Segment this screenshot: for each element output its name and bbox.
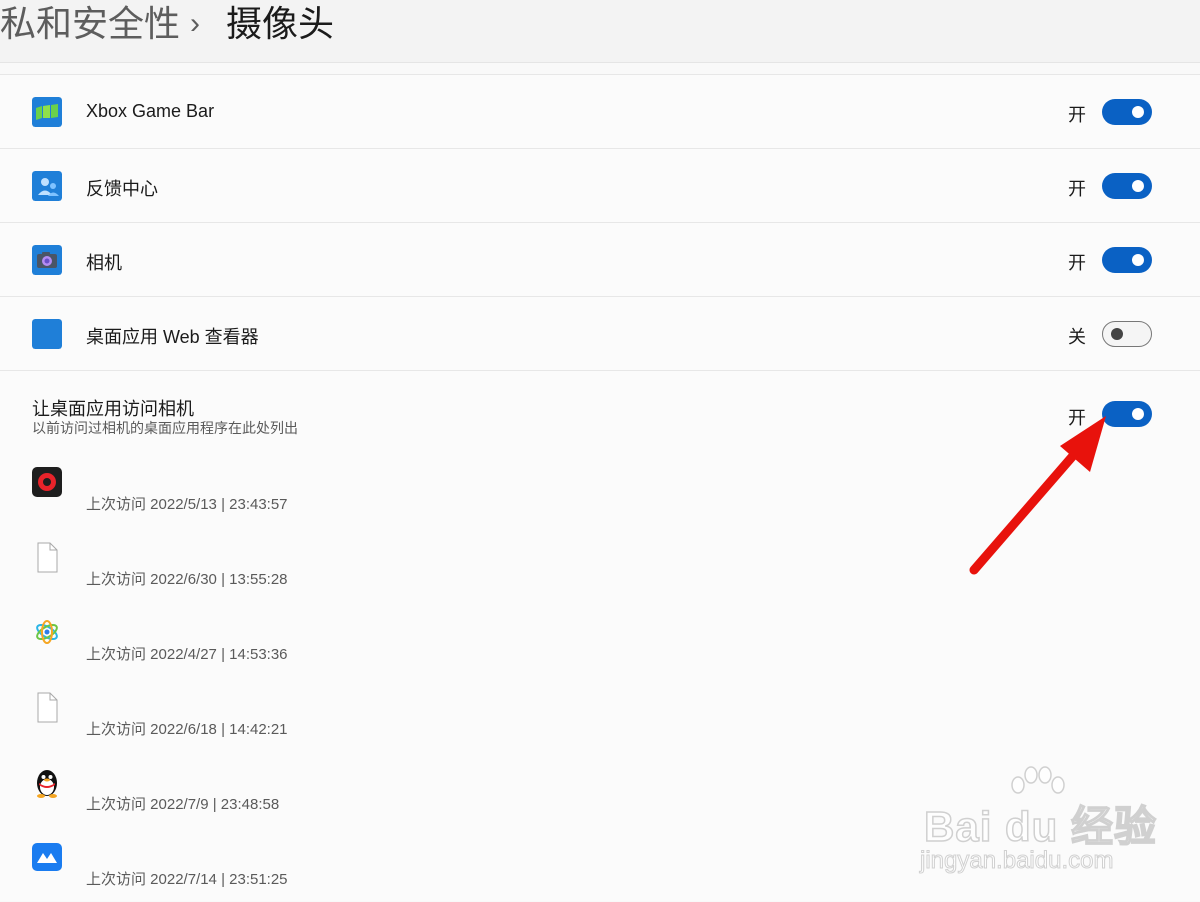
list-item: 上次访问 2022/7/9 | 23:48:58 (0, 767, 700, 827)
generic-file-icon (37, 542, 58, 573)
toggle-state-label: 关 (1068, 327, 1086, 347)
toggle-knob (1132, 408, 1144, 420)
app-name: 相机 (86, 253, 122, 273)
qq-penguin-icon (37, 770, 57, 798)
last-access-text: 上次访问 2022/6/30 | 13:55:28 (86, 571, 288, 588)
camera-icon (32, 245, 62, 275)
toggle-state-label: 开 (1068, 179, 1086, 199)
watermark-url: jingyan.baidu.com (919, 847, 1114, 875)
app-row-xbox-game-bar: Xbox Game Bar 开 (0, 74, 1200, 148)
last-access-text: 上次访问 2022/4/27 | 14:53:36 (86, 646, 288, 663)
breadcrumb: 私和安全性 › 摄像头 (0, 0, 1200, 63)
colorful-swirl-app-icon (36, 620, 58, 644)
toggle-knob (1132, 254, 1144, 266)
list-item: 上次访问 2022/5/13 | 23:43:57 (0, 467, 700, 527)
blue-meeting-app-icon (32, 843, 62, 871)
toggle-state-label: 开 (1068, 253, 1086, 273)
last-access-text: 上次访问 2022/6/18 | 14:42:21 (86, 721, 288, 738)
xbox-game-bar-camera-toggle[interactable] (1102, 99, 1152, 125)
toggle-state-label: 开 (1068, 105, 1086, 125)
breadcrumb-parent[interactable]: 私和安全性 (0, 2, 180, 46)
section-subtitle: 以前访问过相机的桌面应用程序在此处列出 (32, 420, 298, 436)
toggle-knob (1111, 327, 1123, 340)
camera-app-camera-toggle[interactable] (1102, 247, 1152, 273)
watermark: Bai du 经验 jingyan.baidu.com (918, 765, 1157, 885)
app-name: Xbox Game Bar (86, 101, 215, 121)
last-access-text: 上次访问 2022/5/13 | 23:43:57 (86, 496, 288, 513)
page-title: 摄像头 (226, 3, 335, 44)
screen-recorder-icon (32, 467, 62, 497)
last-access-text: 上次访问 2022/7/9 | 23:48:58 (86, 796, 280, 813)
feedback-hub-camera-toggle[interactable] (1102, 173, 1152, 199)
last-access-text: 上次访问 2022/7/14 | 23:51:25 (86, 871, 288, 888)
app-name: 桌面应用 Web 查看器 (86, 327, 259, 347)
list-item: 上次访问 2022/4/27 | 14:53:36 (0, 617, 700, 677)
app-row-web-viewer: 桌面应用 Web 查看器 关 (0, 296, 1200, 370)
toggle-knob (1132, 180, 1144, 192)
feedback-hub-icon (32, 171, 62, 201)
watermark-brand: Bai du 经验 (923, 802, 1158, 851)
app-permission-list: Xbox Game Bar 开 反馈中心 开 相机 开 桌面应用 Web 查看器… (0, 74, 1200, 370)
list-item: 上次访问 2022/7/14 | 23:51:25 (0, 842, 700, 902)
toggle-knob (1132, 106, 1144, 118)
annotation-arrow-icon (969, 416, 1106, 575)
app-row-feedback-hub: 反馈中心 开 (0, 148, 1200, 222)
app-row-camera: 相机 开 (0, 222, 1200, 296)
app-name: 反馈中心 (86, 179, 158, 199)
web-viewer-icon (32, 319, 62, 349)
generic-file-icon (37, 692, 58, 723)
list-item: 上次访问 2022/6/18 | 14:42:21 (0, 692, 700, 752)
chevron-right-icon: › (190, 7, 200, 40)
list-item: 上次访问 2022/6/30 | 13:55:28 (0, 542, 700, 602)
xbox-game-bar-icon (32, 97, 62, 127)
web-viewer-camera-toggle[interactable] (1102, 321, 1152, 347)
